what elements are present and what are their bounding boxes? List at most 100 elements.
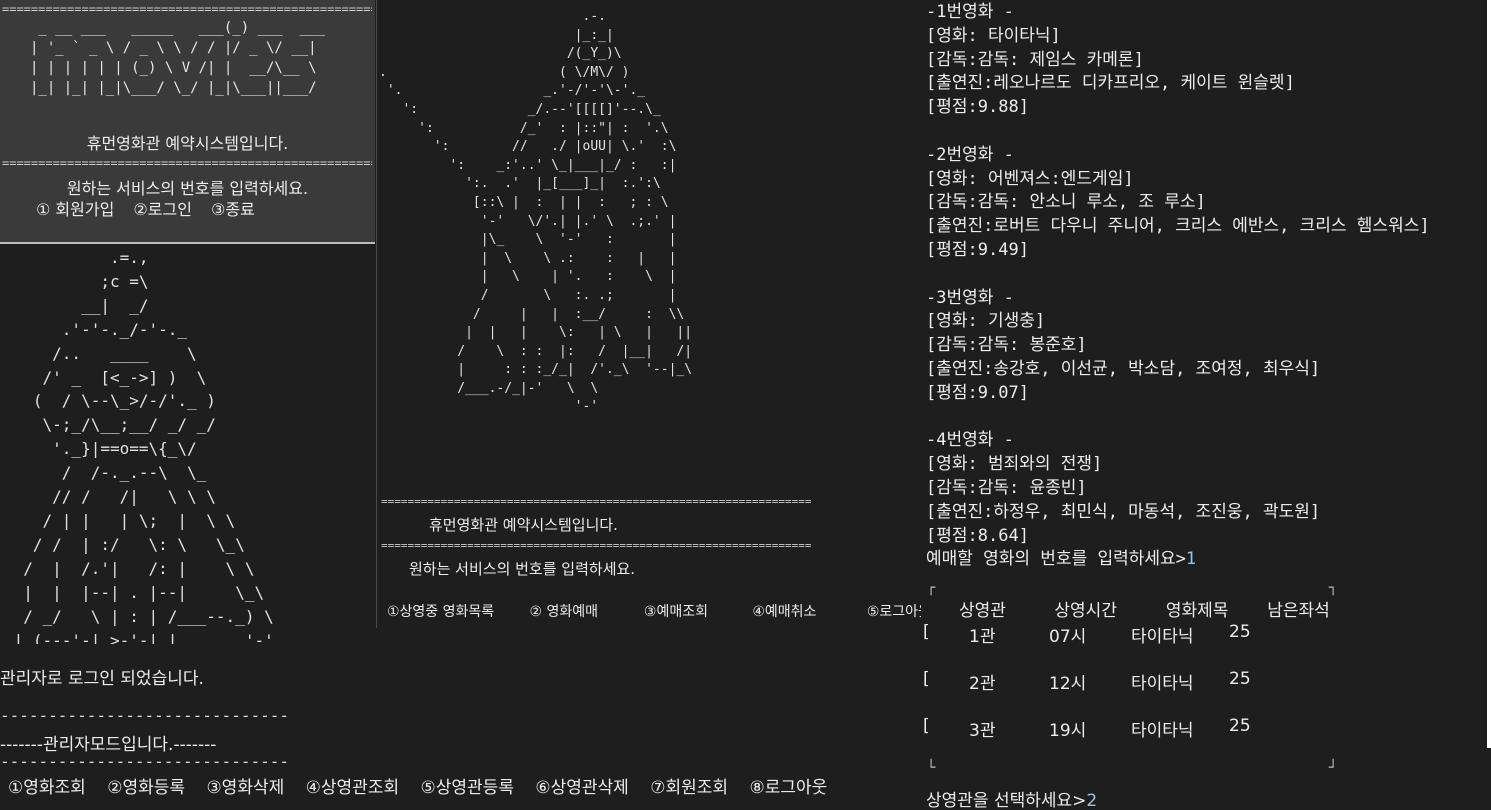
ascii-line: / /-._.--\ \_	[4, 463, 207, 483]
cell-seats: 25	[1229, 669, 1251, 689]
movie-info-line	[926, 120, 1430, 144]
ascii-line: | \ | '. : \ |	[379, 269, 677, 285]
table-corner-top-left: ┌	[927, 580, 936, 596]
cell-time: 12시	[1049, 674, 1087, 694]
movie-info-line	[926, 406, 1430, 430]
row-bracket: [	[923, 669, 930, 689]
movie-info-line: [감독:감독: 윤종빈]	[926, 477, 1087, 498]
main-menu: ① 회원가입 ②로그인 ③종료	[36, 196, 269, 220]
ascii-line: ':. .' |_[___]_| :.':\	[379, 176, 661, 192]
ascii-line: ': /_' : |::"| : '.\	[379, 120, 669, 136]
menu-item-add-movie[interactable]: ②영화등록	[107, 778, 185, 798]
system-title: 휴먼영화관 예약시스템입니다.	[86, 134, 289, 153]
row-bracket: [	[923, 716, 930, 736]
dash-divider: ------------------------------	[0, 752, 289, 771]
ascii-line: / | | :__/ : \\	[379, 306, 685, 322]
ascii-line: \-;_/\__;__/ _/ _/	[4, 415, 216, 435]
movie-info-line	[926, 263, 1430, 287]
movies-ascii-logo: _ __ ___ _____ ___(_) ___ ___ | '_ ` _ \…	[30, 20, 326, 96]
menu-item-now-showing[interactable]: ①상영중 영화목록	[387, 601, 525, 621]
ascii-line: .=.,	[4, 248, 149, 267]
menu-item-admin-logout[interactable]: ⑧로그아웃	[749, 778, 827, 798]
admin-menu: ①영화조회 ②영화등록 ③영화삭제 ④상영관조회 ⑤상영관등록 ⑥상영관삭제 ⑦…	[8, 773, 843, 798]
ascii-line: / \ : : |: / |__| /|	[379, 343, 693, 359]
movie-info-line: -3번영화 -	[926, 287, 1014, 308]
ascii-line: /(_Y_)\	[379, 46, 622, 62]
darth-vader-ascii-art: .=., ;c =\ __| _/ .'-'-._/-'-._ /.. ____…	[4, 246, 274, 644]
ascii-line: /___.-/_|-' \ \	[379, 380, 599, 396]
separator-rule: ========================================…	[2, 157, 372, 169]
cell-title: 타이타닉	[1131, 627, 1194, 647]
ascii-line: /' _ [<_->] ) \	[4, 367, 207, 387]
movie-info-line: -1번영화 -	[926, 2, 1014, 22]
movie-info-line: [감독:감독: 봉준호]	[926, 335, 1087, 356]
menu-item-logout[interactable]: ⑤로그아웃	[867, 601, 922, 621]
movie-list: -1번영화 - [영화: 타이타닉] [감독:감독: 제임스 카메론] [출연진:레오…	[926, 1, 1430, 548]
ascii-line: ': // ./ |oUU| \.' :\	[379, 139, 677, 155]
column-seats: 남은좌석	[1267, 601, 1330, 621]
menu-item-delete-movie[interactable]: ③영화삭제	[206, 778, 284, 798]
cell-title: 타이타닉	[1131, 674, 1194, 694]
column-title: 영화제목	[1165, 601, 1229, 621]
menu-item-delete-hall[interactable]: ⑥상영관삭제	[535, 778, 628, 798]
ascii-line: .'-'-._/-'-._	[4, 319, 188, 339]
ascii-line: |_(---'-| >-'-| | '-'	[4, 630, 274, 645]
movie-info-line: [영화: 범죄와의 전쟁]	[926, 454, 1103, 475]
cell-title: 타이타닉	[1131, 721, 1194, 741]
movie-info-line: [출연진:송강호, 이선균, 박소담, 조여정, 최우식]	[926, 358, 1321, 379]
movie-number-input[interactable]: 1	[1186, 549, 1196, 569]
table-corner-top-right: ┐	[1329, 580, 1338, 596]
movie-info-line: [감독:감독: 제임스 카메론]	[926, 49, 1144, 70]
ascii-line: | \ \ .: : | |	[379, 250, 677, 266]
system-title: 휴먼영화관 예약시스템입니다.	[429, 516, 618, 534]
movie-number-prompt-line: 예매할 영화의 번호를 입력하세요>1	[926, 548, 1196, 572]
ascii-line: . ( \/M\/ )	[379, 64, 630, 80]
ascii-line: / \ :. .; |	[379, 287, 677, 303]
ascii-line: '._}|==o==\{_\/	[4, 439, 197, 459]
movie-info-line: -4번영화 -	[926, 430, 1014, 451]
ascii-line: |\_ \ '-' : |	[379, 232, 677, 248]
ascii-line: ( / \--\_>/-/'._ )	[4, 391, 216, 411]
menu-item-book-movie[interactable]: ② 영화예매	[529, 601, 639, 621]
separator-rule: ========================================…	[381, 495, 812, 508]
menu-item-cancel-booking[interactable]: ④예매취소	[752, 601, 862, 621]
admin-login-message: 관리자로 로그인 되었습니다.	[0, 669, 204, 689]
ascii-line: .-.	[379, 9, 606, 24]
ascii-line: ;c =\	[4, 271, 149, 291]
ascii-line: / / | :/ \: \ \_\	[4, 534, 245, 554]
movie-info-line: [출연진:로버트 다우니 주니어, 크리스 에반스, 크리스 헴스워스]	[926, 216, 1430, 237]
screening-table: ┌ ┐ └ ┘ 상영관 상영시간 영화제목 남은좌석 [ 1관 07시 타이타닉…	[923, 580, 1337, 776]
ascii-line: | : : :_/_| /'._\ '--|_\	[379, 362, 693, 378]
menu-item-login[interactable]: ②로그인	[133, 200, 192, 219]
ascii-line: ': _:'..' \_|___|_/ : :|	[379, 157, 677, 173]
hall-select-prompt: 상영관을 선택하세요>	[926, 791, 1087, 810]
menu-item-view-members[interactable]: ⑦회원조회	[650, 778, 728, 798]
menu-item-add-hall[interactable]: ⑤상영관등록	[421, 778, 514, 798]
menu-item-view-halls[interactable]: ④상영관조회	[306, 778, 399, 798]
menu-item-signup[interactable]: ① 회원가입	[36, 200, 114, 219]
ascii-line: / _/ \ | : | /___--._) \	[4, 606, 274, 626]
column-time: 상영시간	[1054, 601, 1117, 621]
ascii-line: '-' \/'.| |.' \ .;.' |	[379, 213, 677, 229]
menu-item-exit[interactable]: ③종료	[211, 200, 255, 219]
separator-rule: ========================================…	[2, 3, 372, 15]
user-menu: ①상영중 영화목록 ② 영화예매 ③예매조회 ④예매취소 ⑤로그아웃	[387, 601, 922, 621]
cell-time: 19시	[1049, 721, 1087, 741]
ascii-line: // / /| \ \ \	[4, 487, 216, 507]
table-corner-bottom-left: └	[927, 760, 936, 776]
menu-item-view-movies[interactable]: ①영화조회	[8, 778, 86, 798]
movie-info-line: [영화: 기생충]	[926, 311, 1046, 332]
ascii-line: __| _/	[4, 295, 149, 315]
row-bracket: [	[923, 622, 930, 642]
cell-hall: 3관	[969, 721, 996, 741]
hall-select-input[interactable]: 2	[1086, 791, 1097, 810]
movie-info-line: [감독:감독: 안소니 루소, 조 루소]	[926, 192, 1206, 213]
cell-time: 07시	[1049, 627, 1087, 647]
column-hall: 상영관	[959, 601, 1006, 621]
cell-hall: 1관	[969, 627, 996, 647]
main-menu-panel: ========================================…	[0, 0, 375, 244]
ascii-line: '. _.'-/'-'\-'._	[379, 83, 646, 99]
ascii-line: |_:_|	[379, 27, 614, 43]
menu-item-check-booking[interactable]: ③예매조회	[644, 601, 748, 621]
ascii-line: | | |--| . |--| \_\	[4, 582, 265, 602]
